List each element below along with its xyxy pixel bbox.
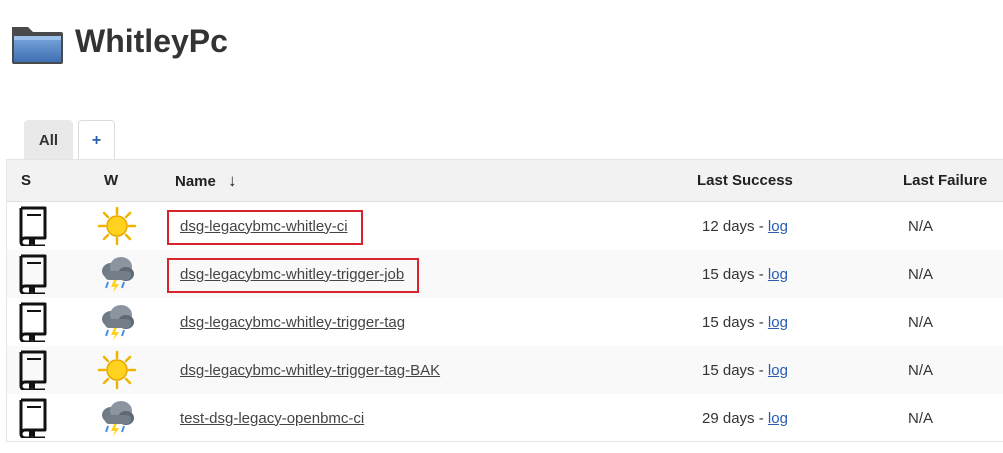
name-cell: test-dsg-legacy-openbmc-ci <box>180 394 364 441</box>
log-link[interactable]: log <box>768 266 788 283</box>
separator: - <box>754 409 768 427</box>
book-icon[interactable] <box>15 302 51 344</box>
table-row: test-dsg-legacy-openbmc-ci 29 days - log N… <box>7 394 1003 441</box>
weather-cell <box>97 250 134 298</box>
last-failure-cell: N/A <box>908 313 934 331</box>
log-link[interactable]: log <box>768 362 788 379</box>
weather-cell <box>97 298 134 346</box>
status-cell <box>15 394 51 441</box>
last-success-cell: 29 days - log <box>702 394 788 441</box>
last-success-cell: 12 days - log <box>702 202 788 250</box>
last-success-cell: 15 days - log <box>702 346 788 394</box>
header-status[interactable]: S <box>21 160 31 202</box>
header-name-label: Name <box>175 173 216 190</box>
folder-icon <box>12 27 63 64</box>
last-failure-cell: N/A <box>908 361 934 379</box>
table-row: dsg-legacybmc-whitley-trigger-job 15 days… <box>7 250 1003 298</box>
book-icon[interactable] <box>15 398 51 440</box>
jobs-table: S W Name ↓ Last Success Last Failure dsg… <box>6 159 1003 442</box>
separator: - <box>754 313 768 331</box>
last-success-time: 15 days <box>702 313 755 331</box>
log-link[interactable]: log <box>768 218 788 235</box>
last-failure-cell: N/A <box>908 217 934 235</box>
weather-cell <box>97 394 134 441</box>
book-icon[interactable] <box>15 206 51 248</box>
sort-arrow-icon: ↓ <box>228 171 237 190</box>
tab-all[interactable]: All <box>24 120 73 160</box>
highlight-box <box>167 257 420 293</box>
status-cell <box>15 346 51 394</box>
book-icon[interactable] <box>15 254 51 296</box>
job-link[interactable]: dsg-legacybmc-whitley-trigger-tag <box>180 314 405 331</box>
header-name[interactable]: Name ↓ <box>175 160 237 202</box>
book-icon[interactable] <box>15 350 51 392</box>
status-cell <box>15 250 51 298</box>
log-link[interactable]: log <box>768 410 788 427</box>
last-success-time: 12 days <box>702 217 755 235</box>
storm-icon <box>97 254 134 294</box>
last-success-time: 29 days <box>702 409 755 427</box>
last-success-cell: 15 days - log <box>702 298 788 346</box>
separator: - <box>754 361 768 379</box>
table-header: S W Name ↓ Last Success Last Failure <box>7 160 1003 202</box>
separator: - <box>754 265 768 283</box>
add-view-tab[interactable]: + <box>78 120 115 160</box>
table-body: dsg-legacybmc-whitley-ci 12 days - log N/A… <box>7 202 1003 441</box>
weather-cell <box>97 202 137 250</box>
job-link[interactable]: test-dsg-legacy-openbmc-ci <box>180 410 364 427</box>
table-row: dsg-legacybmc-whitley-trigger-tag 15 days… <box>7 298 1003 346</box>
last-success-cell: 15 days - log <box>702 250 788 298</box>
table-row: dsg-legacybmc-whitley-trigger-tag-BAK 15 … <box>7 346 1003 394</box>
header-last-failure[interactable]: Last Failure <box>903 160 987 202</box>
sunny-icon <box>97 350 137 390</box>
name-cell: dsg-legacybmc-whitley-trigger-tag-BAK <box>180 346 440 394</box>
highlight-box <box>167 209 363 245</box>
table-row: dsg-legacybmc-whitley-ci 12 days - log N/A <box>7 202 1003 250</box>
page-header: WhitleyPc <box>9 18 228 68</box>
page-title: WhitleyPc <box>75 22 228 59</box>
status-cell <box>15 202 51 250</box>
storm-icon <box>97 398 134 438</box>
log-link[interactable]: log <box>768 314 788 331</box>
name-cell: dsg-legacybmc-whitley-trigger-tag <box>180 298 405 346</box>
weather-cell <box>97 346 137 394</box>
status-cell <box>15 298 51 346</box>
last-failure-cell: N/A <box>908 409 934 427</box>
last-success-time: 15 days <box>702 265 755 283</box>
sunny-icon <box>97 206 137 246</box>
last-failure-cell: N/A <box>908 265 934 283</box>
header-last-success[interactable]: Last Success <box>697 160 793 202</box>
storm-icon <box>97 302 134 342</box>
view-tabs: All + <box>24 120 120 160</box>
header-weather[interactable]: W <box>104 160 118 202</box>
job-link[interactable]: dsg-legacybmc-whitley-trigger-tag-BAK <box>180 362 440 379</box>
last-success-time: 15 days <box>702 361 755 379</box>
separator: - <box>754 217 768 235</box>
